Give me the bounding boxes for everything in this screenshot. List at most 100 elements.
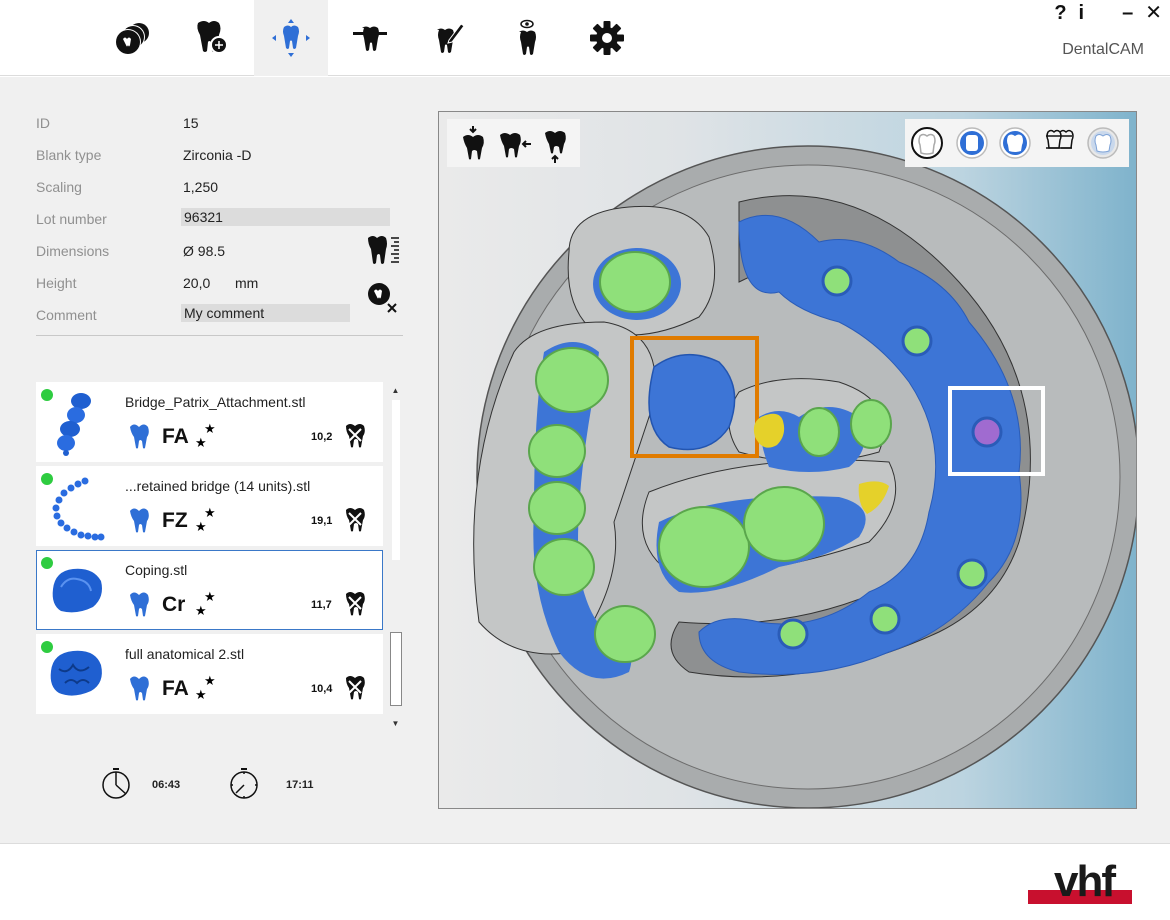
svg-text:★: ★ — [195, 688, 207, 703]
job-list: Bridge_Patrix_Attachment.stl FA ★ ★ 10,2 … — [36, 382, 384, 714]
gear-icon — [590, 21, 624, 55]
help-button[interactable]: ? — [1054, 2, 1066, 24]
tooth-icon — [130, 676, 149, 701]
coping-model[interactable] — [648, 353, 736, 451]
view-outline-icon[interactable] — [910, 126, 944, 160]
blank-disc-icon — [115, 23, 149, 55]
material-code: FA — [162, 677, 189, 700]
tooth-tool-icon[interactable] — [344, 507, 366, 533]
scroll-down-arrow-icon[interactable]: ▼ — [388, 717, 403, 731]
job-size: 10,4 — [311, 683, 333, 695]
divider — [36, 335, 403, 336]
coping-thumbnail — [52, 568, 102, 613]
tooth-tool-icon[interactable] — [344, 423, 366, 449]
anatomical-thumbnail — [50, 650, 102, 696]
prop-row-height: Height 20,0 mm — [36, 272, 406, 304]
implant-interface — [869, 603, 901, 635]
implant-interface — [956, 558, 988, 590]
connectors-tab[interactable] — [333, 0, 407, 76]
minimize-button[interactable]: – — [1122, 2, 1133, 24]
height-value: 20,0 — [183, 275, 211, 291]
total-time: 17:11 — [286, 779, 314, 791]
job-name: Bridge_Patrix_Attachment.stl — [125, 394, 306, 410]
svg-text:★: ★ — [195, 604, 207, 619]
job-size: 10,2 — [311, 431, 333, 443]
implant-interface — [821, 265, 853, 297]
tooth-left-icon[interactable] — [499, 131, 533, 165]
height-label: Height — [36, 275, 77, 291]
close-button[interactable]: ✕ — [1145, 2, 1162, 24]
scroll-thumb[interactable] — [390, 632, 402, 706]
material-code: FZ — [162, 509, 188, 532]
height-unit: mm — [235, 275, 259, 291]
stars-icon: ★★ — [195, 590, 216, 619]
attachment-thumbnail — [57, 393, 91, 456]
scroll-up-arrow-icon[interactable]: ▲ — [388, 384, 403, 398]
crown-occlusal — [533, 538, 595, 596]
view-transparent-icon[interactable] — [1086, 126, 1120, 160]
edit-tab[interactable] — [412, 0, 486, 76]
scroll-track — [392, 400, 400, 560]
crown-occlusal — [599, 251, 671, 313]
job-name: full anatomical 2.stl — [125, 646, 245, 662]
job-name: Coping.stl — [125, 562, 188, 578]
tooth-icon — [130, 592, 149, 617]
job-import-tab[interactable] — [175, 0, 249, 76]
tooth-up-icon[interactable] — [539, 129, 573, 163]
view-solid-icon[interactable] — [955, 126, 989, 160]
viewport-tools-left — [447, 119, 580, 167]
blank-properties: ID 15 Blank type Zirconia -D Scaling 1,2… — [36, 112, 406, 336]
view-bridge-icon[interactable] — [1042, 126, 1076, 160]
tooth-tool-icon[interactable] — [344, 591, 366, 617]
implant-interface — [777, 618, 809, 650]
list-item[interactable]: ...retained bridge (14 units).stl FZ ★ ★ … — [36, 466, 383, 546]
job-size: 19,1 — [311, 515, 333, 527]
comment-field[interactable]: My comment — [181, 304, 350, 322]
list-item[interactable]: full anatomical 2.stl FA ★ ★ 10,4 — [36, 634, 383, 714]
view-crown-icon[interactable] — [998, 126, 1032, 160]
crown-occlusal — [528, 424, 586, 478]
material-code: FA — [162, 425, 189, 448]
prop-row-lot-number: Lot number 96321 — [36, 208, 406, 240]
stopwatch-icon — [102, 768, 130, 799]
crown-occlusal — [798, 407, 840, 457]
info-button[interactable]: i — [1079, 2, 1085, 24]
preview-tab[interactable] — [491, 0, 565, 76]
tooth-icon — [130, 424, 149, 449]
dimensions-label: Dimensions — [36, 243, 110, 259]
footer: vhf — [0, 843, 1170, 920]
list-item[interactable]: Coping.stl Cr ★ ★ 11,7 — [36, 550, 383, 630]
stars-icon: ★★ — [195, 674, 216, 703]
crown-occlusal — [594, 605, 656, 663]
tooth-move-icon — [272, 19, 310, 57]
lot-number-field[interactable]: 96321 — [181, 208, 390, 226]
vhf-logo-text: vhf — [1054, 857, 1116, 906]
tooth-tool-icon[interactable] — [344, 675, 366, 701]
tooth-drop-icon[interactable] — [456, 126, 490, 160]
timers: 06:43 17:11 — [100, 767, 400, 803]
stars-icon: ★★ — [195, 506, 216, 535]
blank-tab[interactable] — [96, 0, 170, 76]
elapsed-time: 06:43 — [152, 779, 181, 791]
scaling-label: Scaling — [36, 179, 82, 195]
lot-number-label: Lot number — [36, 211, 107, 227]
svg-text:★: ★ — [204, 506, 216, 521]
bridge-thumbnail — [52, 477, 105, 541]
window-controls: ? i – ✕ — [1054, 2, 1162, 24]
positioning-tab[interactable] — [254, 0, 328, 76]
implant-interface — [901, 325, 933, 357]
material-code: Cr — [162, 593, 186, 616]
settings-tab[interactable] — [570, 0, 644, 76]
job-list-scrollbar[interactable]: ▲ ▼ — [388, 384, 403, 731]
job-size: 11,7 — [311, 599, 332, 611]
implant-interface — [971, 416, 1003, 448]
tooth-measure-icon[interactable] — [366, 234, 400, 268]
blank-scene[interactable] — [439, 112, 1137, 809]
list-item[interactable]: Bridge_Patrix_Attachment.stl FA ★ ★ 10,2 — [36, 382, 383, 462]
blank-remove-icon[interactable] — [366, 280, 400, 314]
blank-type-value: Zirconia -D — [183, 147, 252, 163]
svg-text:★: ★ — [195, 436, 207, 451]
nesting-viewport[interactable] — [438, 111, 1137, 809]
prop-row-blank-type: Blank type Zirconia -D — [36, 144, 406, 176]
